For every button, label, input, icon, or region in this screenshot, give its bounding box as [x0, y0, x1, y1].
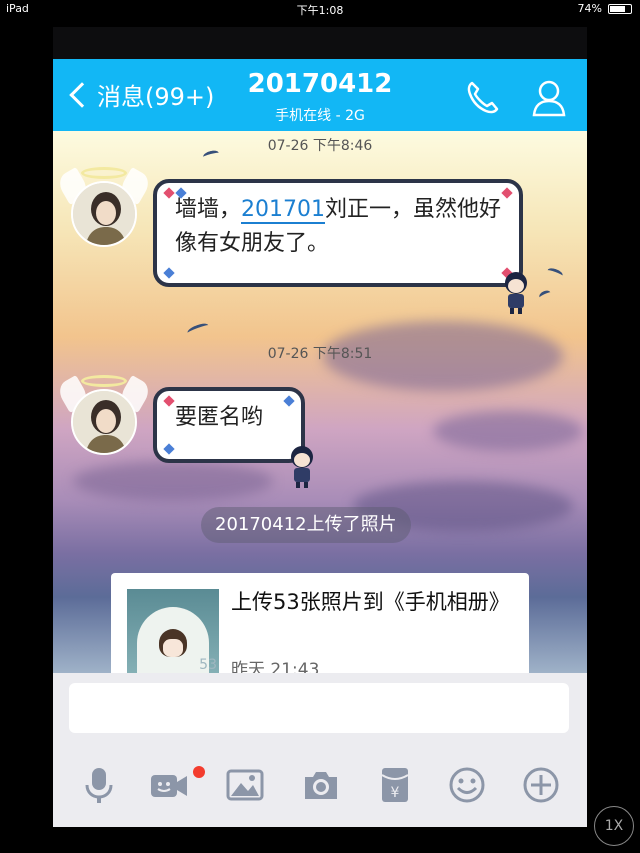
bird-decoration	[537, 288, 553, 302]
message-bubble[interactable]: 要匿名哟	[153, 387, 305, 463]
video-icon[interactable]	[149, 765, 189, 805]
anime-sticker-icon	[291, 446, 313, 488]
anime-sticker-icon	[505, 272, 527, 314]
plus-icon[interactable]	[521, 765, 561, 805]
svg-text:¥: ¥	[391, 785, 400, 801]
avatar-portrait-icon	[73, 183, 135, 245]
cloud-decoration	[433, 411, 583, 451]
phone-icon[interactable]	[463, 77, 503, 117]
battery-percent: 74%	[577, 2, 602, 15]
input-toolbar: ¥	[53, 743, 587, 827]
gem-decoration	[163, 395, 175, 407]
nav-bar: 消息(99+) 20170412 手机在线 - 2G	[53, 59, 587, 131]
contact-avatar[interactable]	[71, 181, 137, 247]
system-notice: 20170412上传了照片	[201, 507, 411, 543]
gem-decoration	[283, 395, 295, 407]
album-thumbnail[interactable]: 53	[127, 589, 219, 673]
photo-upload-card[interactable]: 53 上传53张照片到《手机相册》 昨天 21:43	[111, 573, 529, 673]
status-time: 下午1:08	[296, 4, 344, 17]
chat-area[interactable]: 07-26 下午8:46 墙墙，201701刘正一，虽然他好像有女朋友了。 07…	[53, 131, 587, 673]
message-bubble[interactable]: 墙墙，201701刘正一，虽然他好像有女朋友了。	[153, 179, 523, 287]
contact-avatar[interactable]	[71, 389, 137, 455]
profile-icon[interactable]	[529, 77, 569, 117]
bird-decoration	[186, 321, 210, 337]
message-timestamp: 07-26 下午8:51	[267, 346, 373, 362]
red-packet-icon[interactable]: ¥	[375, 765, 415, 805]
chat-subtitle: 手机在线 - 2G	[275, 108, 365, 124]
halo-decoration	[81, 167, 127, 179]
gem-decoration	[163, 267, 175, 279]
gem-decoration	[501, 187, 513, 199]
message-text-part: 墙墙，	[175, 197, 242, 222]
halo-decoration	[81, 375, 127, 387]
gem-decoration	[163, 443, 175, 455]
camera-icon[interactable]	[301, 765, 341, 805]
message-link[interactable]: 201701	[241, 197, 325, 224]
card-time: 昨天 21:43	[231, 660, 320, 673]
emoji-icon[interactable]	[447, 765, 487, 805]
message-timestamp: 07-26 下午8:46	[267, 138, 373, 154]
video-badge	[193, 766, 205, 778]
thumbnail-face	[163, 639, 183, 657]
battery-fill	[610, 5, 625, 12]
message-input[interactable]	[69, 683, 569, 733]
chat-title: 20170412	[247, 69, 393, 99]
app-screen: 消息(99+) 20170412 手机在线 - 2G 07-26 下午8:46	[53, 27, 587, 827]
battery-icon	[608, 3, 632, 14]
message-text: 要匿名哟	[175, 405, 264, 430]
gem-decoration	[163, 187, 175, 199]
input-bar	[53, 673, 587, 743]
status-right: 74%	[578, 2, 632, 15]
playback-speed-button[interactable]: 1X	[594, 806, 634, 846]
image-icon[interactable]	[225, 765, 265, 805]
card-title: 上传53张照片到《手机相册》	[231, 590, 510, 614]
bird-decoration	[546, 266, 564, 280]
cloud-decoration	[73, 461, 273, 501]
status-bar: iPad 下午1:08 74%	[0, 0, 640, 18]
avatar-portrait-icon	[73, 391, 135, 453]
thumbnail-count: 53	[199, 657, 217, 673]
mic-icon[interactable]	[79, 765, 119, 805]
